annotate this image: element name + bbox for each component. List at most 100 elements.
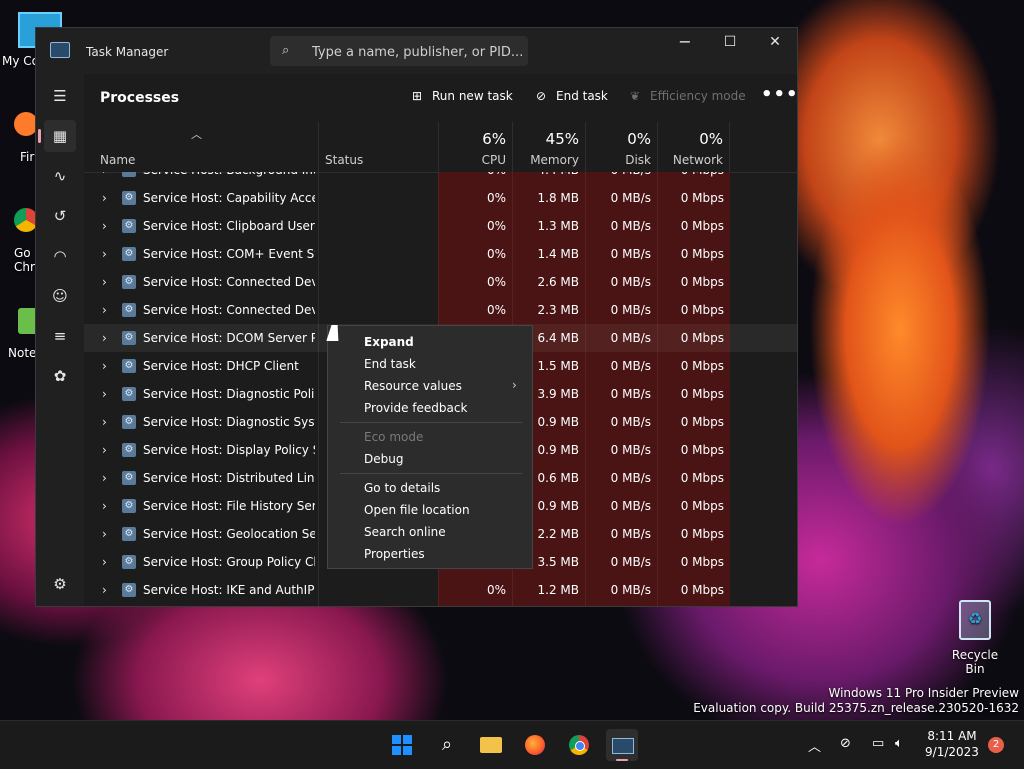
run-new-task-button[interactable]: ⊞ Run new task (408, 89, 513, 103)
clock[interactable]: 8:11 AM 9/1/2023 (922, 728, 982, 760)
expand-chevron-icon[interactable]: › (102, 172, 107, 177)
process-row[interactable]: › ⚙ Service Host: Background Intell... 0% 4.… (84, 172, 797, 184)
details-icon[interactable]: ≡ (44, 320, 76, 352)
recycle-bin[interactable]: ♻ Recycle Bin (945, 600, 1005, 676)
disk-value: 0 MB/s (610, 527, 651, 541)
process-row[interactable]: › ⚙ Service Host: IKE and AuthIP I... 0% 1.2… (84, 576, 797, 604)
processes-icon[interactable]: ▦ (38, 120, 76, 152)
disk-value: 0 MB/s (610, 331, 651, 345)
column-status-cell[interactable]: Status (318, 122, 438, 172)
notification-badge[interactable]: 2 (988, 737, 1004, 753)
expand-chevron-icon[interactable]: › (102, 359, 107, 373)
expand-chevron-icon[interactable]: › (102, 275, 107, 289)
volume-icon[interactable]: 🔈︎ (895, 736, 903, 751)
menu-item-properties[interactable]: Properties (364, 547, 425, 561)
memory-value: 1.3 MB (537, 219, 579, 233)
expand-chevron-icon[interactable]: › (102, 331, 107, 345)
memory-value: 1.8 MB (537, 191, 579, 205)
disk-value: 0 MB/s (585, 172, 651, 177)
expand-chevron-icon[interactable]: › (102, 303, 107, 317)
run-task-icon: ⊞ (411, 89, 423, 103)
process-row[interactable]: › ⚙ Service Host: COM+ Event Sys... 0% 1.4 M… (84, 240, 797, 268)
menu-item-debug[interactable]: Debug (364, 452, 403, 466)
service-host-icon: ⚙ (122, 471, 136, 485)
process-row[interactable]: › ⚙ Service Host: Connected Devi... 0% 2.3 M… (84, 296, 797, 324)
menu-separator (340, 422, 522, 423)
window-title: Task Manager (86, 45, 169, 59)
column-cpu[interactable]: 6% CPU (438, 122, 512, 172)
hamburger-icon[interactable]: ☰ (44, 80, 76, 112)
expand-chevron-icon[interactable]: › (102, 471, 107, 485)
efficiency-mode-button[interactable]: ❦ Efficiency mode (626, 89, 746, 103)
expand-chevron-icon[interactable]: › (102, 443, 107, 457)
process-row[interactable]: › ⚙ Service Host: Clipboard User S... 0% 1.3… (84, 212, 797, 240)
watermark-line-2: Evaluation copy. Build 25375.zn_release.… (693, 701, 1019, 715)
menu-item-search-online[interactable]: Search online (364, 525, 446, 539)
file-explorer-icon[interactable] (475, 729, 507, 761)
settings-icon[interactable]: ⚙ (44, 568, 76, 600)
process-row[interactable]: › ⚙ Service Host: Connected Devi... 0% 2.6 M… (84, 268, 797, 296)
network-value: 0 Mbps (680, 247, 724, 261)
desktop-icon-label: Go Chr (14, 246, 35, 274)
chrome-taskbar-icon[interactable] (563, 729, 595, 761)
startup-icon[interactable]: ◠ (44, 240, 76, 272)
close-button[interactable]: ✕ (752, 28, 797, 58)
disk-value: 0 MB/s (610, 247, 651, 261)
service-host-icon: ⚙ (122, 583, 136, 597)
expand-chevron-icon[interactable]: › (102, 247, 107, 261)
column-status: Status (325, 153, 364, 167)
column-memory[interactable]: 45% Memory (512, 122, 585, 172)
process-name: Service Host: Capability Acces... (143, 191, 315, 205)
network-disconnected-icon[interactable]: ⊘ (840, 736, 851, 751)
expand-chevron-icon[interactable]: › (102, 219, 107, 233)
toolbar: Processes ⊞ Run new task ⊘ End task ❦ Effic… (84, 74, 797, 122)
more-options-icon[interactable]: ••• (761, 84, 797, 105)
column-network[interactable]: 0% Network (657, 122, 730, 172)
firefox-taskbar-icon[interactable] (519, 729, 551, 761)
search-input[interactable] (310, 41, 524, 63)
display-icon[interactable]: ▭ (872, 736, 884, 751)
start-button[interactable] (386, 729, 418, 761)
chevron-right-icon: › (512, 378, 517, 392)
disk-value: 0 MB/s (610, 303, 651, 317)
menu-item-resource-values[interactable]: Resource values (364, 379, 462, 393)
end-task-button[interactable]: ⊘ End task (532, 89, 608, 103)
expand-chevron-icon[interactable]: › (102, 387, 107, 401)
expand-chevron-icon[interactable]: › (102, 499, 107, 513)
minimize-button[interactable]: − (662, 28, 708, 58)
service-host-icon: ⚙ (122, 555, 136, 569)
menu-item-end-task[interactable]: End task (364, 357, 416, 371)
expand-chevron-icon[interactable]: › (102, 191, 107, 205)
process-name: Service Host: Background Intell... (143, 172, 315, 177)
expand-chevron-icon[interactable]: › (102, 555, 107, 569)
recycle-bin-icon: ♻ (959, 600, 991, 640)
process-name: Service Host: Group Policy Cli... (143, 555, 315, 569)
end-task-icon: ⊘ (535, 89, 547, 103)
column-name[interactable]: Name (100, 153, 135, 167)
clock-time: 8:11 AM (927, 729, 977, 743)
search-taskbar-icon[interactable]: ⌕ (431, 729, 463, 761)
title-bar[interactable]: Task Manager ⌕ − ☐ ✕ (36, 28, 797, 74)
services-icon[interactable]: ✿ (44, 360, 76, 392)
column-disk[interactable]: 0% Disk (585, 122, 657, 172)
maximize-button[interactable]: ☐ (707, 28, 753, 58)
menu-item-provide-feedback[interactable]: Provide feedback (364, 401, 467, 415)
performance-icon[interactable]: ∿ (44, 160, 76, 192)
show-hidden-icons-chevron[interactable]: ︿ (808, 736, 821, 755)
task-manager-taskbar-icon[interactable] (606, 729, 638, 761)
users-icon[interactable]: ☺ (44, 280, 76, 312)
network-value: 0 Mbps (657, 172, 724, 177)
menu-item-open-file-location[interactable]: Open file location (364, 503, 470, 517)
process-row[interactable]: › ⚙ Service Host: Capability Acces... 0% 1.8… (84, 184, 797, 212)
history-icon[interactable]: ↺ (44, 200, 76, 232)
efficiency-mode-label: Efficiency mode (650, 89, 746, 103)
menu-item-go-to-details[interactable]: Go to details (364, 481, 440, 495)
expand-chevron-icon[interactable]: › (102, 583, 107, 597)
run-new-task-label: Run new task (432, 89, 513, 103)
expand-chevron-icon[interactable]: › (102, 527, 107, 541)
expand-chevron-icon[interactable]: › (102, 415, 107, 429)
column-header: ︿ Name Status 6% CPU 45% Memory 0% Disk … (84, 122, 797, 173)
search-box[interactable]: ⌕ (270, 36, 528, 66)
service-host-icon: ⚙ (122, 415, 136, 429)
menu-item-expand[interactable]: Expand (364, 335, 414, 349)
